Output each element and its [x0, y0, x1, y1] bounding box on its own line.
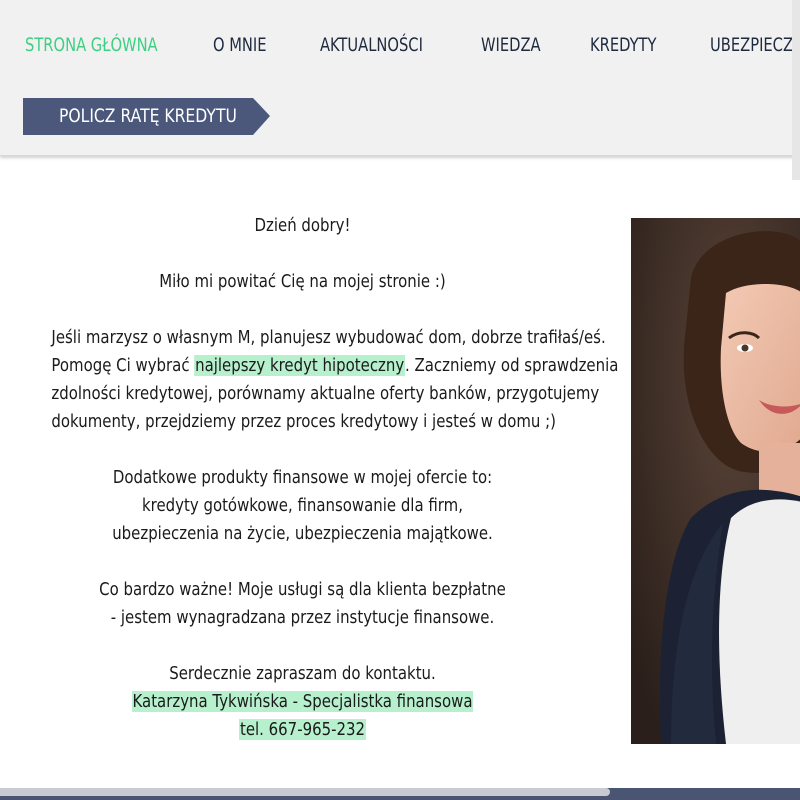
nav-item-home[interactable]: STRONA GŁÓWNA	[25, 34, 158, 56]
text-fragment: Pomogę Ci wybrać	[51, 355, 195, 376]
paragraph-line: ubezpieczenia na życie, ubezpieczenia ma…	[112, 523, 493, 544]
welcome-line: Miło mi powitać Cię na mojej stronie :)	[159, 271, 446, 292]
site-header: STRONA GŁÓWNA O MNIE AKTUALNOŚCI WIEDZA …	[0, 0, 800, 156]
paragraph-line: kredyty gotówkowe, finansowanie dla firm…	[142, 495, 463, 516]
bottom-scrollbar[interactable]	[0, 788, 800, 800]
paragraph-line: Pomogę Ci wybrać najlepszy kredyt hipote…	[51, 352, 618, 380]
phone-number[interactable]: tel. 667-965-232	[239, 719, 366, 740]
paragraph-line: Co bardzo ważne! Moje usługi są dla klie…	[99, 579, 506, 600]
scrollbar-thumb[interactable]	[0, 788, 610, 796]
loan-calculator-button[interactable]: POLICZ RATĘ KREDYTU	[23, 98, 270, 135]
text-fragment: . Zaczniemy od sprawdzenia	[405, 355, 619, 376]
paragraph-line: Dodatkowe produkty finansowe w mojej ofe…	[112, 467, 493, 488]
nav-item-insurance[interactable]: UBEZPIECZE	[710, 34, 800, 56]
header-scroll-edge	[792, 0, 800, 180]
nav-item-loans[interactable]: KREDYTY	[590, 34, 657, 56]
nav-item-about[interactable]: O MNIE	[213, 34, 267, 56]
portrait-photo	[631, 218, 800, 744]
paragraph-line: Serdecznie zapraszam do kontaktu.	[169, 663, 436, 684]
loan-calculator-label: POLICZ RATĘ KREDYTU	[59, 105, 237, 127]
paragraph-line: Jeśli marzysz o własnym M, planujesz wyb…	[51, 327, 606, 348]
paragraph-line: - jestem wynagradzana przez instytucje f…	[110, 607, 495, 628]
mortgage-link[interactable]: najlepszy kredyt hipoteczny	[194, 355, 406, 376]
signature-line: Katarzyna Tykwińska - Specjalistka finan…	[51, 688, 553, 716]
paragraph-line: zdolności kredytowej, porównamy aktualne…	[51, 383, 600, 404]
welcome-text: Dzień dobry! Miło mi powitać Cię na moje…	[0, 212, 618, 744]
nav-item-news[interactable]: AKTUALNOŚCI	[320, 34, 423, 56]
greeting: Dzień dobry!	[254, 215, 351, 236]
paragraph-line: dokumenty, przejdziemy przez proces kred…	[51, 411, 557, 432]
signature: Katarzyna Tykwińska - Specjalistka finan…	[131, 691, 474, 712]
phone-line: tel. 667-965-232	[51, 716, 553, 744]
nav-item-knowledge[interactable]: WIEDZA	[481, 34, 541, 56]
